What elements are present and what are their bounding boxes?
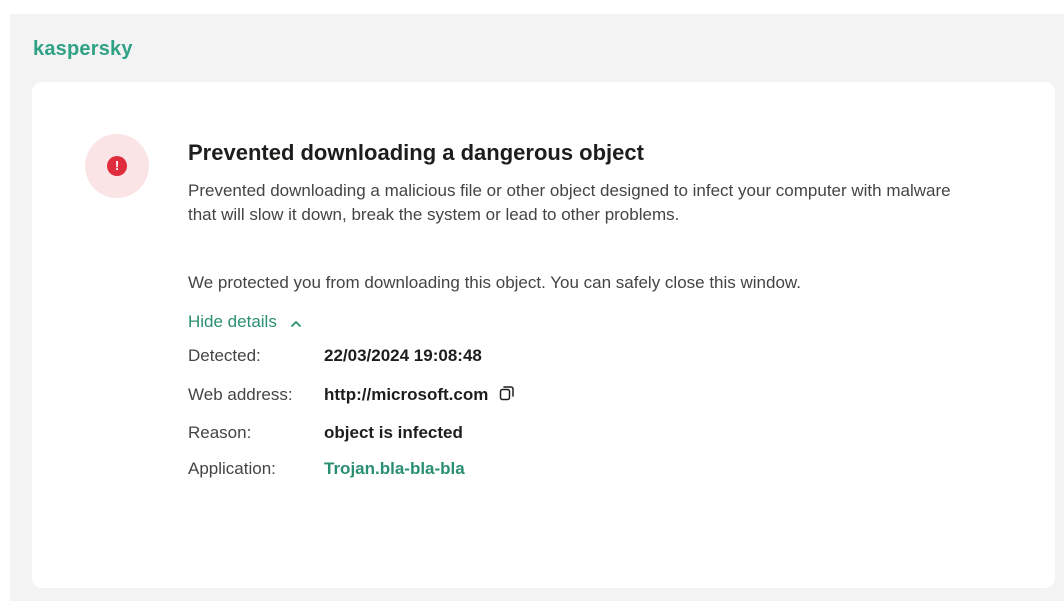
copy-icon[interactable] <box>499 385 515 409</box>
alert-badge: ! <box>85 134 149 198</box>
reason-value: object is infected <box>324 423 463 442</box>
detected-label: Detected: <box>188 346 261 365</box>
notification-page: kaspersky ! Prevented downloading a dang… <box>0 0 1064 601</box>
hide-details-label: Hide details <box>188 312 277 331</box>
alert-title: Prevented downloading a dangerous object <box>188 140 644 165</box>
alert-description: Prevented downloading a malicious file o… <box>188 181 951 224</box>
chevron-up-icon <box>290 311 302 335</box>
web-address-value: http://microsoft.com <box>324 385 489 404</box>
alert-note: We protected you from downloading this o… <box>188 273 801 292</box>
application-label: Application: <box>188 459 276 478</box>
detected-value: 22/03/2024 19:08:48 <box>324 346 482 365</box>
web-address-label: Web address: <box>188 385 293 404</box>
kaspersky-logo: kaspersky <box>33 38 133 60</box>
web-address-value-group: http://microsoft.com <box>324 383 515 409</box>
application-link[interactable]: Trojan.bla-bla-bla <box>324 457 465 481</box>
hide-details-link[interactable]: Hide details <box>188 310 302 335</box>
reason-label: Reason: <box>188 423 252 442</box>
exclamation-icon: ! <box>107 156 127 176</box>
